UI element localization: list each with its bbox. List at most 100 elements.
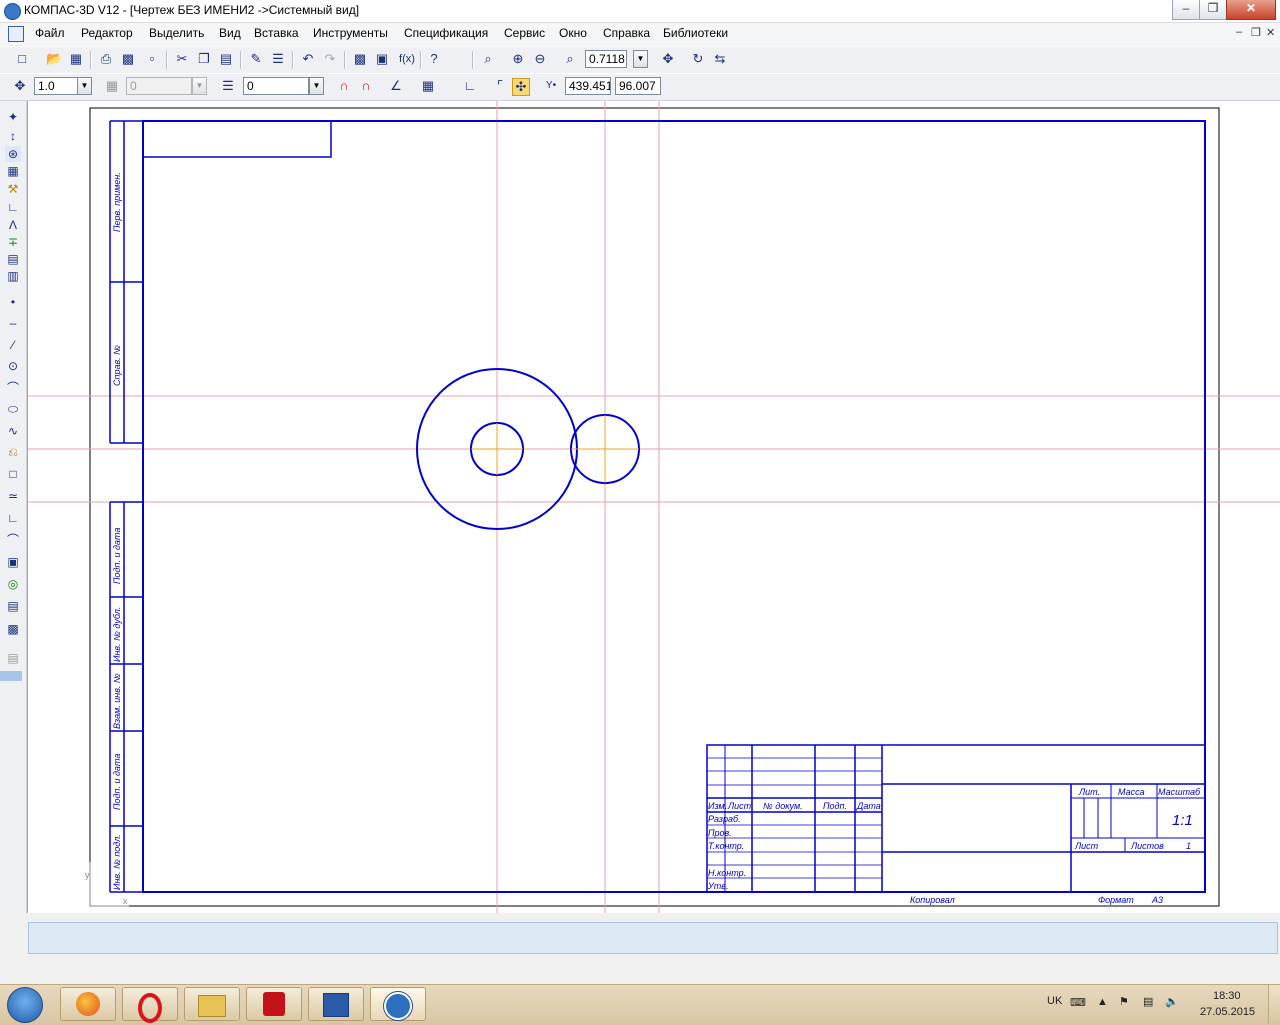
rectangle-tool-icon[interactable]: □: [5, 466, 21, 482]
spline-tool-icon[interactable]: ∿: [5, 423, 21, 439]
print-icon[interactable]: ⎙: [98, 51, 114, 67]
doc-restore-button[interactable]: ❐: [1251, 26, 1261, 39]
fillet-tool-icon[interactable]: ⌒: [5, 532, 21, 548]
menu-file[interactable]: Файл: [35, 26, 65, 40]
circle-tool-icon[interactable]: ⊙: [5, 358, 21, 374]
geometry-panel-icon[interactable]: ✦: [5, 109, 21, 125]
print-preview-icon[interactable]: ▩: [120, 51, 136, 67]
kompas-app-icon[interactable]: [4, 3, 21, 20]
coord-y-field[interactable]: 96.007: [615, 77, 661, 95]
keyboard-icon[interactable]: ⌨: [1070, 996, 1086, 1009]
coord-x-field[interactable]: 439.451: [565, 77, 611, 95]
aux-line-tool-icon[interactable]: –: [5, 315, 21, 331]
grid-icon[interactable]: ▦: [420, 78, 436, 94]
action-center-icon[interactable]: ⚑: [1119, 995, 1129, 1008]
pan-icon[interactable]: ✥: [660, 51, 676, 67]
doc-close-button[interactable]: ✕: [1266, 26, 1275, 39]
document-icon[interactable]: [8, 26, 24, 42]
arc-tool-icon[interactable]: ⌒: [5, 380, 21, 396]
task-opera[interactable]: [122, 987, 178, 1023]
point-tool-icon[interactable]: •: [5, 294, 21, 310]
task-word[interactable]: [308, 987, 364, 1021]
zoom-window-icon[interactable]: ⌕: [480, 51, 496, 67]
chamfer-tool-icon[interactable]: ∟: [5, 510, 21, 526]
variables-icon[interactable]: ▣: [374, 51, 390, 67]
snap-local-icon[interactable]: ∩: [358, 78, 374, 94]
local-cs-icon[interactable]: ∟: [462, 78, 478, 94]
restore-button[interactable]: ❐: [1199, 0, 1227, 20]
spec-panel-icon[interactable]: ∓: [5, 234, 21, 250]
zoom-out-icon[interactable]: ⊖: [532, 51, 548, 67]
redo-icon[interactable]: ↷: [322, 51, 338, 67]
menu-service[interactable]: Сервис: [504, 26, 545, 40]
menu-tools[interactable]: Инструменты: [313, 26, 388, 40]
parametrization-panel-icon[interactable]: ⚒: [5, 181, 21, 197]
orthogonal-mode-icon[interactable]: ⌜: [492, 78, 508, 94]
volume-icon[interactable]: 🔈: [1165, 995, 1179, 1008]
drawing-svg[interactable]: y x Перв. примен. Справ. № Подп. и дата …: [28, 101, 1280, 913]
task-kompas[interactable]: [370, 987, 426, 1021]
menu-window[interactable]: Окно: [559, 26, 587, 40]
menu-help[interactable]: Справка: [603, 26, 650, 40]
select-panel-icon[interactable]: Λ: [5, 217, 21, 233]
menu-edit[interactable]: Редактор: [81, 26, 133, 40]
regenerate-icon[interactable]: ⇆: [712, 51, 728, 67]
hatch-tool-icon[interactable]: ▤: [5, 598, 21, 614]
language-indicator[interactable]: UK: [1047, 995, 1062, 1007]
format-painter-icon[interactable]: ✎: [248, 51, 264, 67]
task-explorer[interactable]: [184, 987, 240, 1021]
polyline-tool-icon[interactable]: ⎌: [5, 444, 21, 460]
menu-select[interactable]: Выделить: [149, 26, 204, 40]
fill-tool-icon[interactable]: ▩: [5, 621, 21, 637]
copy-icon[interactable]: ❐: [196, 51, 212, 67]
insert-panel-icon[interactable]: ▥: [5, 268, 21, 284]
properties-icon[interactable]: ☰: [270, 51, 286, 67]
toolbar-expand-handle[interactable]: [0, 671, 22, 681]
zoom-dropdown[interactable]: ▼: [633, 50, 648, 68]
menu-insert[interactable]: Вставка: [254, 26, 299, 40]
task-acrobat[interactable]: [246, 987, 302, 1021]
save-icon[interactable]: ▦: [68, 51, 84, 67]
network-icon[interactable]: ▤: [1143, 995, 1153, 1008]
function-icon[interactable]: f(x): [396, 51, 418, 67]
cut-icon[interactable]: ✂: [174, 51, 190, 67]
print-setup-icon[interactable]: ▫: [144, 51, 160, 67]
snap-magnet-icon[interactable]: ∩: [336, 78, 352, 94]
ellipse-tool-icon[interactable]: ⬭: [5, 401, 21, 417]
ortho-icon[interactable]: ∠: [388, 78, 404, 94]
show-desktop-button[interactable]: [1268, 985, 1280, 1024]
round-icon[interactable]: ✣: [512, 78, 530, 96]
collect-contour-icon[interactable]: ◎: [5, 576, 21, 592]
doc-minimize-button[interactable]: –: [1236, 26, 1242, 38]
notation-panel-icon[interactable]: ⊛: [5, 146, 21, 162]
segment-tool-icon[interactable]: ∕: [5, 337, 21, 353]
start-button[interactable]: [3, 987, 45, 1023]
clock-time[interactable]: 18:30: [1213, 990, 1241, 1002]
grid-step-icon[interactable]: ✥: [12, 78, 28, 94]
minimize-button[interactable]: –: [1172, 0, 1200, 20]
menu-view[interactable]: Вид: [219, 26, 241, 40]
editing-panel-icon[interactable]: ▦: [5, 163, 21, 179]
contour-tool-icon[interactable]: ≃: [5, 488, 21, 504]
menu-libraries[interactable]: Библиотеки: [663, 26, 728, 40]
new-document-icon[interactable]: □: [14, 51, 30, 67]
reports-panel-icon[interactable]: ▤: [5, 251, 21, 267]
open-folder-icon[interactable]: 📂: [46, 51, 62, 67]
layer-field[interactable]: 0: [243, 77, 309, 95]
measure-panel-icon[interactable]: ∟: [5, 199, 21, 215]
close-button[interactable]: ✕: [1226, 0, 1276, 20]
help-icon[interactable]: ?: [426, 51, 442, 67]
zoom-in-icon[interactable]: ⊕: [510, 51, 526, 67]
view-tool-icon[interactable]: ▤: [5, 650, 21, 666]
task-firefox[interactable]: [60, 987, 116, 1021]
layer-dropdown[interactable]: ▼: [309, 77, 324, 95]
refresh-icon[interactable]: ↻: [690, 51, 706, 67]
step-dropdown[interactable]: ▼: [77, 77, 92, 95]
zoom-scale-icon[interactable]: ⌕: [562, 51, 578, 67]
paste-icon[interactable]: ▤: [218, 51, 234, 67]
layers-icon[interactable]: ☰: [220, 78, 236, 94]
step-field[interactable]: 1.0: [34, 77, 80, 95]
clock-date[interactable]: 27.05.2015: [1200, 1006, 1255, 1018]
equidistant-tool-icon[interactable]: ▣: [5, 554, 21, 570]
menu-specification[interactable]: Спецификация: [404, 26, 488, 40]
